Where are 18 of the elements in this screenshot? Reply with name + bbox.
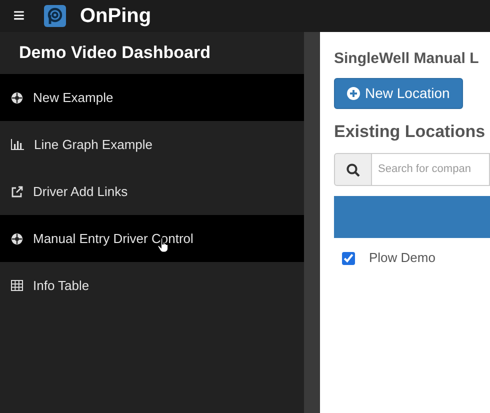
row-checkbox[interactable]: [342, 252, 355, 264]
new-location-button[interactable]: New Location: [334, 78, 463, 109]
page-title: SingleWell Manual L: [334, 49, 480, 69]
external-link-icon: [11, 186, 23, 198]
brand-name: OnPing: [80, 4, 152, 29]
table-icon: [11, 280, 23, 291]
menu-button[interactable]: ≡: [12, 6, 26, 26]
sidebar-item[interactable]: New Example: [0, 74, 304, 121]
section-heading: Existing Locations: [334, 121, 486, 141]
search-icon: [346, 162, 360, 176]
location-name: Plow Demo: [369, 249, 436, 268]
cog-icon: [11, 232, 23, 244]
bar-chart-icon: [11, 139, 24, 150]
logo-icon: [44, 5, 66, 27]
plus-circle-icon: [347, 87, 360, 100]
sidebar-title: Demo Video Dashboard: [18, 42, 212, 64]
cog-icon: [11, 92, 23, 104]
search-field[interactable]: Search for compan: [372, 153, 490, 186]
